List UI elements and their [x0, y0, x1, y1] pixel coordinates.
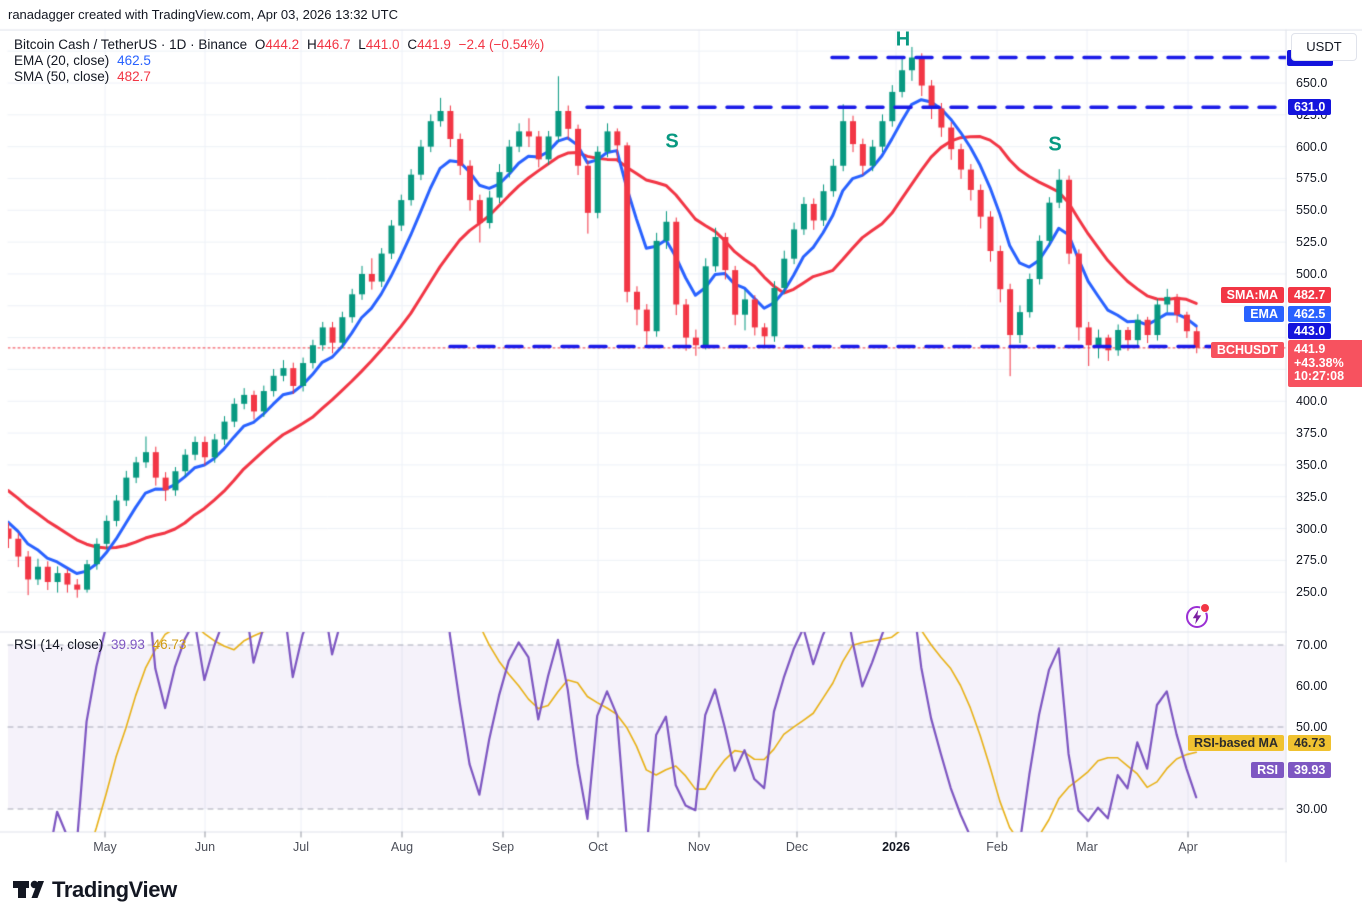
high-value: 446.7 [316, 37, 351, 52]
symbol-title: Bitcoin Cash / TetherUS · 1D · Binance [14, 37, 248, 52]
rsi-ma-name-tag: RSI-based MA [1187, 735, 1284, 751]
change-value: −2.4 (−0.54%) [458, 37, 545, 52]
tradingview-logo-icon [13, 880, 44, 898]
close-value: 441.9 [417, 37, 451, 52]
level-631-price-label[interactable]: 631.0 [1288, 99, 1332, 115]
close-label: C [407, 37, 418, 52]
price-tick-325.0: 325.0 [1296, 489, 1328, 504]
ema-name-tag: EMA [1244, 306, 1284, 322]
left-shoulder-annotation[interactable]: S [665, 131, 678, 154]
open-value: 444.2 [265, 37, 300, 52]
open-label: O [254, 37, 266, 52]
rsi-ma-value: 46.73 [152, 637, 187, 652]
boost-lightning-icon[interactable] [1185, 603, 1210, 629]
level-443-price-label[interactable]: 443.0 [1288, 323, 1332, 339]
rsi-tick-60.00: 60.00 [1296, 679, 1328, 693]
tradingview-chart-window: { "attribution": "ranadagger created wit… [0, 0, 1362, 919]
time-axis-label-Mar: Mar [1076, 840, 1098, 854]
price-tick-575.0: 575.0 [1296, 171, 1328, 186]
price-tick-650.0: 650.0 [1296, 76, 1328, 90]
time-axis-label-Nov: Nov [687, 840, 711, 854]
currency-toggle-button[interactable]: USDT [1291, 33, 1357, 61]
last-price-value: 441.9 [1294, 342, 1326, 356]
time-axis-label-Sep: Sep [491, 840, 515, 854]
change-percent-value: +43.38% [1294, 355, 1344, 370]
rsi-legend-row[interactable]: RSI (14, close) 39.93 46.73 [14, 637, 190, 652]
price-chart-canvas[interactable] [0, 0, 1362, 919]
rsi-tick-70.00: 70.00 [1296, 638, 1328, 652]
countdown-timer: 10:27:08 [1294, 369, 1345, 383]
rsi-label: RSI (14, close) [14, 637, 104, 652]
low-label: L [358, 37, 366, 52]
right-shoulder-annotation[interactable]: S [1048, 134, 1061, 157]
tradingview-logo-text: TradingView [52, 876, 177, 902]
rsi-value: 39.93 [111, 637, 145, 652]
last-price-label: 441.9 +43.38% 10:27:08 [1288, 340, 1362, 387]
price-tick-275.0: 275.0 [1296, 553, 1328, 568]
attribution-text: ranadagger created with TradingView.com,… [8, 7, 398, 22]
head-annotation[interactable]: H [896, 29, 910, 52]
price-tick-550.0: 550.0 [1296, 203, 1328, 218]
time-axis-label-Apr: Apr [1178, 840, 1198, 854]
time-axis-label-Jun: Jun [194, 840, 216, 854]
time-axis-label-Oct: Oct [588, 840, 608, 854]
price-tick-350.0: 350.0 [1296, 457, 1328, 472]
sma-label: SMA (50, close) [14, 69, 110, 84]
high-label: H [306, 37, 317, 52]
sma-value: 482.7 [117, 69, 151, 84]
time-axis-label-2026: 2026 [882, 840, 910, 854]
rsi-tick-50.00: 50.00 [1296, 720, 1328, 734]
price-tick-300.0: 300.0 [1296, 521, 1328, 536]
notification-dot [1200, 603, 1210, 613]
symbol-name-tag: BCHUSDT [1210, 342, 1284, 358]
time-axis[interactable]: May Jun Jul Aug Sep Oct Nov Dec 2026 Feb Mar Apr [0, 832, 1362, 862]
price-tick-500.0: 500.0 [1296, 266, 1328, 281]
price-tick-525.0: 525.0 [1296, 235, 1328, 250]
ema-price-label: 462.5 [1288, 306, 1332, 322]
rsi-value-label: 39.93 [1288, 762, 1332, 778]
price-axis[interactable]: USDT 650.0625.0600.0575.0550.0525.0500.0… [1287, 31, 1362, 862]
time-axis-label-Aug: Aug [390, 840, 414, 854]
price-tick-400.0: 400.0 [1296, 394, 1328, 409]
price-tick-250.0: 250.0 [1296, 585, 1328, 600]
time-axis-label-May: May [93, 840, 117, 854]
time-axis-label-Dec: Dec [785, 840, 809, 854]
rsi-name-tag: RSI [1251, 762, 1284, 778]
rsi-tick-30.00: 30.00 [1296, 802, 1328, 816]
sma-name-tag: SMA:MA [1220, 287, 1284, 303]
time-axis-label-Feb: Feb [986, 840, 1008, 854]
ema-label: EMA (20, close) [14, 53, 110, 68]
tradingview-logo[interactable]: TradingView [13, 876, 177, 903]
symbol-legend-row[interactable]: Bitcoin Cash / TetherUS · 1D · Binance O… [14, 37, 548, 52]
low-value: 441.0 [365, 37, 400, 52]
price-tick-375.0: 375.0 [1296, 426, 1328, 441]
ema-value: 462.5 [117, 53, 151, 68]
price-tick-600.0: 600.0 [1296, 139, 1328, 154]
time-axis-label-Jul: Jul [293, 840, 309, 854]
sma-price-label: 482.7 [1288, 287, 1332, 303]
sma-legend-row[interactable]: SMA (50, close) 482.7 [14, 69, 155, 84]
rsi-ma-value-label: 46.73 [1288, 735, 1332, 751]
ema-legend-row[interactable]: EMA (20, close) 462.5 [14, 53, 155, 68]
